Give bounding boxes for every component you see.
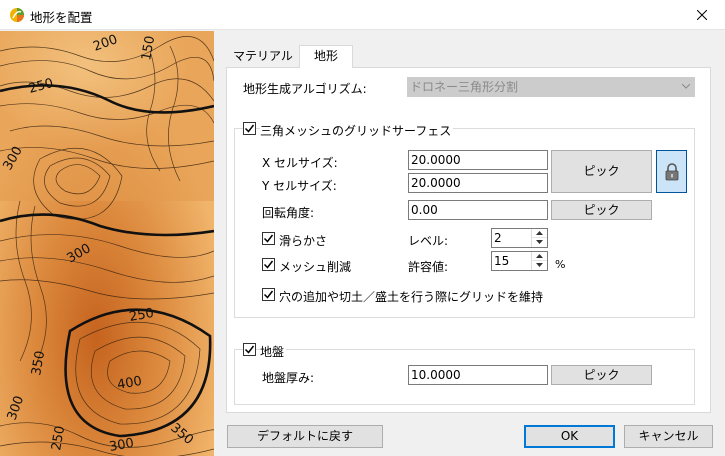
app-logo-icon [10, 8, 24, 22]
triangle-mesh-checkbox[interactable] [243, 122, 256, 135]
tolerance-decrease-button[interactable] [532, 261, 547, 270]
base-checkbox[interactable] [243, 343, 256, 356]
algorithm-label: 地形生成アルゴリズム: [243, 82, 367, 96]
keep-grid-checkbox[interactable] [262, 288, 275, 301]
window-title: 地形を配置 [30, 10, 93, 25]
cancel-button[interactable]: キャンセル [624, 425, 713, 448]
rotation-angle-input[interactable]: 0.00 [408, 200, 548, 220]
lock-icon [665, 163, 679, 181]
level-value: 2 [494, 231, 502, 245]
smoothness-checkbox[interactable] [262, 232, 275, 245]
chevron-down-icon [536, 263, 543, 267]
chevron-down-icon [536, 240, 543, 244]
level-label: レベル: [408, 234, 449, 248]
level-stepper[interactable]: 2 [491, 228, 548, 248]
checkmark-icon [263, 234, 274, 243]
base-label: 地盤 [260, 343, 287, 360]
smoothness-label: 滑らかさ [279, 234, 328, 248]
tolerance-increase-button[interactable] [532, 252, 547, 261]
tolerance-stepper-arrows [531, 252, 547, 270]
level-stepper-arrows [531, 229, 547, 247]
algorithm-select[interactable]: ドロネー三角形分割 [407, 77, 695, 97]
rotation-angle-label: 回転角度: [262, 206, 315, 220]
chevron-up-icon [536, 254, 543, 258]
chevron-up-icon [536, 231, 543, 235]
keep-grid-label: 穴の追加や切土／盛土を行う際にグリッドを維持 [279, 290, 544, 304]
checkmark-icon [263, 260, 274, 269]
y-cell-size-input[interactable]: 20.0000 [408, 173, 548, 193]
mesh-reduction-checkbox[interactable] [262, 258, 275, 271]
lock-button[interactable] [656, 150, 687, 193]
mesh-reduction-label: メッシュ削減 [279, 260, 352, 274]
tolerance-stepper[interactable]: 15 [491, 251, 548, 271]
checkmark-icon [244, 124, 255, 133]
base-thickness-input[interactable]: 10.0000 [408, 365, 548, 385]
level-decrease-button[interactable] [532, 238, 547, 247]
level-increase-button[interactable] [532, 229, 547, 238]
y-cell-size-label: Y セルサイズ: [262, 179, 337, 193]
close-button[interactable] [679, 0, 725, 30]
contour-map: 200 150 250 300 300 250 400 350 350 300 … [0, 31, 214, 456]
chevron-down-icon [682, 84, 690, 89]
checkmark-icon [263, 290, 274, 299]
ok-button[interactable]: OK [524, 425, 615, 448]
terrain-tab-panel: 地形生成アルゴリズム: ドロネー三角形分割 三角メッシュのグリッドサーフェス X… [226, 67, 711, 413]
tab-terrain[interactable]: 地形 [299, 45, 353, 68]
x-cell-size-input[interactable]: 20.0000 [408, 150, 548, 170]
tolerance-label: 許容値: [408, 260, 449, 274]
rotation-pick-button[interactable]: ピック [551, 200, 652, 220]
checkmark-icon [244, 345, 255, 354]
reset-defaults-button[interactable]: デフォルトに戻す [227, 425, 383, 448]
base-thickness-label: 地盤厚み: [262, 371, 315, 385]
title-bar: 地形を配置 [0, 0, 725, 30]
algorithm-select-value: ドロネー三角形分割 [410, 80, 519, 94]
tab-material[interactable]: マテリアル [228, 47, 298, 68]
tolerance-unit: % [555, 258, 566, 271]
triangle-mesh-label: 三角メッシュのグリッドサーフェス [260, 122, 454, 139]
cell-size-pick-button[interactable]: ピック [551, 150, 652, 193]
close-icon [697, 10, 707, 20]
x-cell-size-label: X セルサイズ: [262, 156, 338, 170]
base-pick-button[interactable]: ピック [551, 365, 652, 385]
tolerance-value: 15 [494, 254, 510, 268]
terrain-preview-image: 200 150 250 300 300 250 400 350 350 300 … [0, 31, 214, 456]
